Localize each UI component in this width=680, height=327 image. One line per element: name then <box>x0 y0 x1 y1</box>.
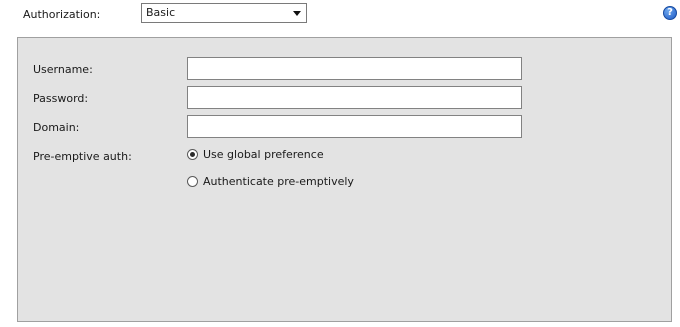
radio-label-use-global-preference: Use global preference <box>203 148 324 161</box>
password-label: Password: <box>33 92 89 105</box>
preemptive-auth-label: Pre-emptive auth: <box>33 150 132 163</box>
radio-button-checked[interactable] <box>187 149 198 160</box>
username-field[interactable] <box>187 57 522 80</box>
authorization-label: Authorization: <box>23 8 101 21</box>
authorization-select-value: Basic <box>146 6 176 19</box>
username-label: Username: <box>33 63 93 76</box>
authorization-select[interactable]: Basic <box>141 3 307 23</box>
radio-label-authenticate-preemptively: Authenticate pre-emptively <box>203 175 354 188</box>
radio-use-global-preference[interactable]: Use global preference <box>187 148 324 161</box>
radio-button-unchecked[interactable] <box>187 176 198 187</box>
password-field[interactable] <box>187 86 522 109</box>
domain-label: Domain: <box>33 121 80 134</box>
radio-authenticate-preemptively[interactable]: Authenticate pre-emptively <box>187 175 354 188</box>
domain-field[interactable] <box>187 115 522 138</box>
help-icon[interactable]: ? <box>663 6 677 20</box>
chevron-down-icon <box>293 11 301 16</box>
